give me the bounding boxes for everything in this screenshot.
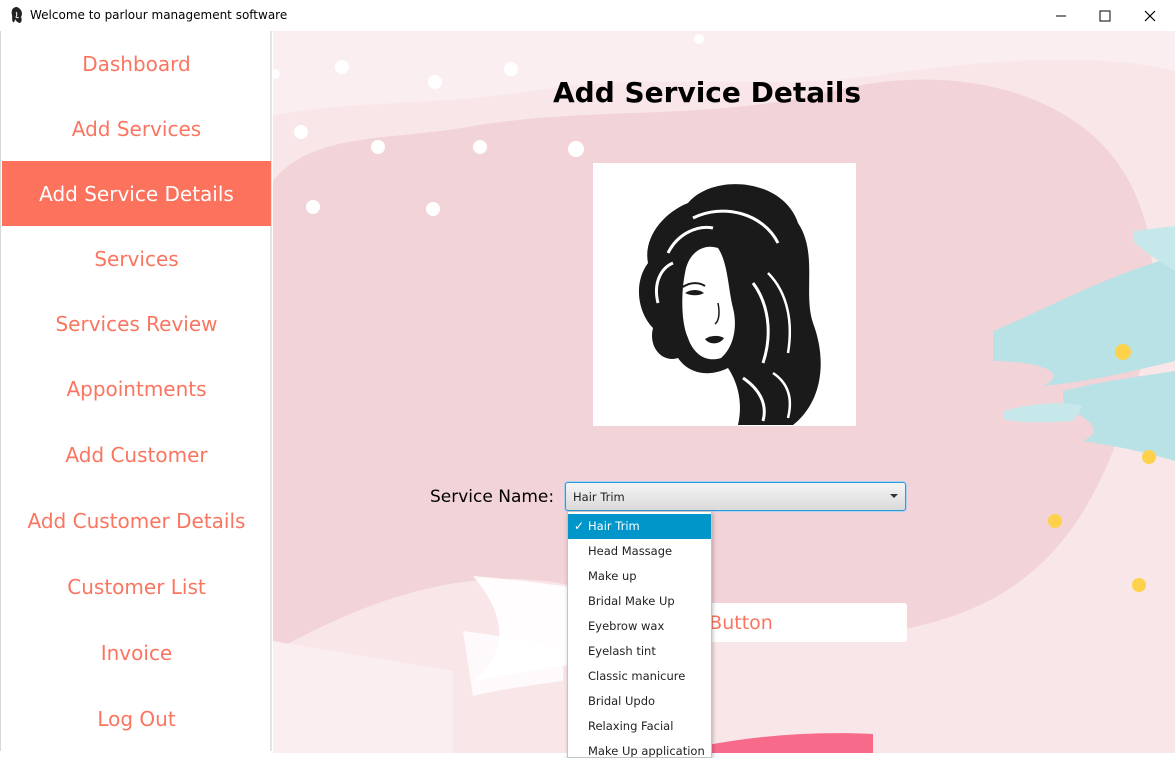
sidebar-item-add-customer[interactable]: Add Customer <box>2 422 271 487</box>
sidebar-item-label: Add Customer <box>65 442 208 467</box>
title-bar: Welcome to parlour management software <box>0 0 1175 32</box>
sidebar-item-add-customer-details[interactable]: Add Customer Details <box>2 488 271 553</box>
dropdown-option-label: Relaxing Facial <box>588 719 674 733</box>
dropdown-option-label: Head Massage <box>588 544 673 558</box>
sidebar-item-invoice[interactable]: Invoice <box>2 620 271 685</box>
sidebar-item-customer-list[interactable]: Customer List <box>2 554 271 619</box>
dropdown-option-label: Make up <box>588 569 637 583</box>
hero-image <box>593 163 856 426</box>
dropdown-option-head-massage[interactable]: Head Massage <box>568 539 711 564</box>
dropdown-option-bridal-make-up[interactable]: Bridal Make Up <box>568 589 711 614</box>
service-name-value: Hair Trim <box>573 490 625 504</box>
sidebar-item-label: Add Customer Details <box>27 508 246 533</box>
minimize-button[interactable] <box>1038 0 1084 31</box>
sidebar-item-label: Services Review <box>55 311 218 336</box>
maximize-icon <box>1099 10 1111 21</box>
chevron-down-icon <box>890 494 898 498</box>
sidebar-item-dashboard[interactable]: Dashboard <box>2 31 271 96</box>
service-dropdown-list[interactable]: ✓ Hair Trim Head Massage Make up Bridal … <box>567 511 712 758</box>
sidebar-item-label: Dashboard <box>82 51 191 76</box>
dropdown-option-make-up-application[interactable]: Make Up application <box>568 739 711 758</box>
dropdown-option-bridal-updo[interactable]: Bridal Updo <box>568 689 711 714</box>
dropdown-option-label: Eyebrow wax <box>588 619 665 633</box>
close-button[interactable] <box>1127 0 1173 31</box>
app-logo-icon <box>11 7 22 23</box>
service-name-combobox[interactable]: Hair Trim <box>565 482 906 511</box>
dropdown-option-label: Hair Trim <box>588 519 640 533</box>
sidebar-item-log-out[interactable]: Log Out <box>2 686 271 751</box>
sidebar-item-add-services[interactable]: Add Services <box>2 96 271 161</box>
dropdown-option-label: Eyelash tint <box>588 644 656 658</box>
dropdown-option-label: Make Up application <box>588 744 705 758</box>
maximize-button[interactable] <box>1082 0 1128 31</box>
sidebar-item-label: Invoice <box>100 640 173 665</box>
close-icon <box>1144 10 1156 21</box>
dropdown-option-classic-manicure[interactable]: Classic manicure <box>568 664 711 689</box>
dropdown-option-eyebrow-wax[interactable]: Eyebrow wax <box>568 614 711 639</box>
dropdown-option-make-up[interactable]: Make up <box>568 564 711 589</box>
dropdown-option-label: Bridal Make Up <box>588 594 675 608</box>
sidebar-item-services[interactable]: Services <box>2 226 271 291</box>
minimize-icon <box>1056 15 1066 16</box>
woman-face-icon <box>638 184 821 425</box>
dropdown-option-label: Classic manicure <box>588 669 686 683</box>
sidebar-item-label: Add Services <box>71 116 202 141</box>
check-icon: ✓ <box>574 519 585 533</box>
dropdown-option-relaxing-facial[interactable]: Relaxing Facial <box>568 714 711 739</box>
sidebar-item-add-service-details[interactable]: Add Service Details <box>2 161 271 226</box>
sidebar-item-label: Customer List <box>67 574 206 599</box>
dropdown-option-eyelash-tint[interactable]: Eyelash tint <box>568 639 711 664</box>
dropdown-option-hair-trim[interactable]: ✓ Hair Trim <box>568 514 711 539</box>
sidebar-item-label: Log Out <box>97 706 176 731</box>
sidebar-item-label: Appointments <box>66 376 207 401</box>
service-name-label: Service Name: <box>430 487 555 507</box>
submit-button-label: Button <box>709 611 773 634</box>
sidebar-item-services-review[interactable]: Services Review <box>2 291 271 356</box>
window-title: Welcome to parlour management software <box>30 8 288 22</box>
sidebar-item-label: Add Service Details <box>39 181 234 206</box>
sidebar-item-label: Services <box>94 246 179 271</box>
sidebar-item-appointments[interactable]: Appointments <box>2 356 271 421</box>
page-title: Add Service Details <box>552 76 862 109</box>
dropdown-option-label: Bridal Updo <box>588 694 656 708</box>
